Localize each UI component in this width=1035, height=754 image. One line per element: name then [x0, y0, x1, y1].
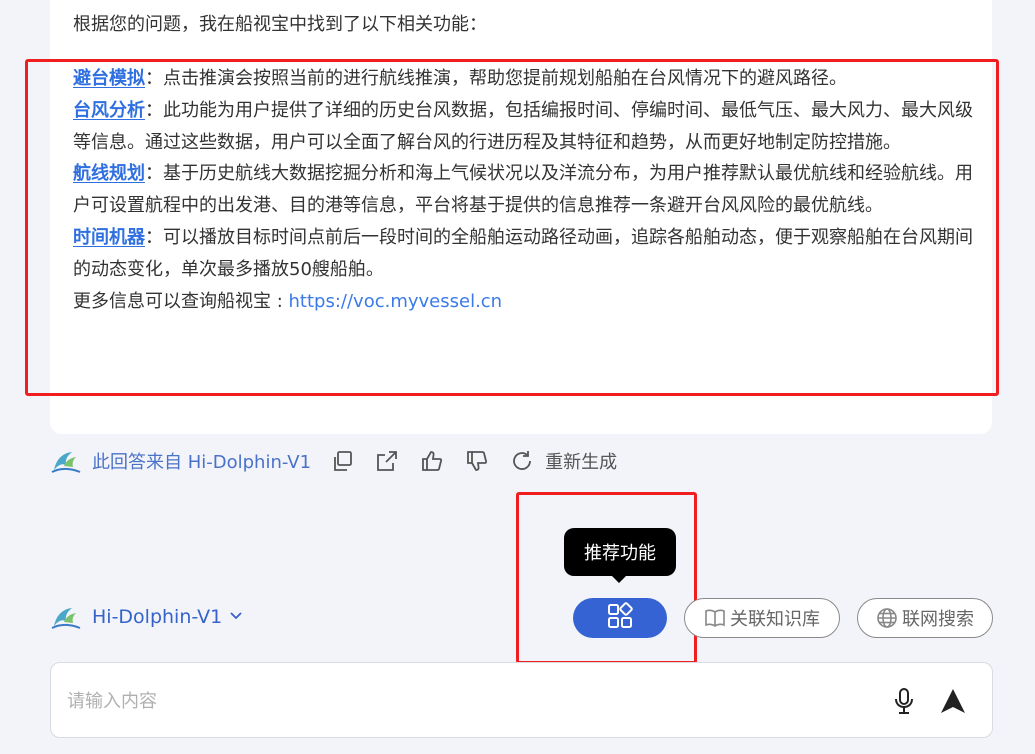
recommend-features-button[interactable]	[573, 598, 667, 638]
globe-icon	[876, 607, 898, 629]
grid-apps-icon	[606, 602, 634, 634]
more-info-label: 更多信息可以查询船视宝 :	[73, 290, 289, 312]
answer-source: 此回答来自 Hi-Dolphin-V1	[92, 452, 312, 473]
send-icon[interactable]	[939, 688, 967, 714]
thumbs-up-icon[interactable]	[419, 448, 445, 474]
dolphin-logo-icon	[50, 604, 82, 630]
copy-icon[interactable]	[329, 448, 355, 474]
regenerate-label: 重新生成	[545, 452, 618, 473]
answer-footer: 此回答来自 Hi-Dolphin-V1 重新生成	[50, 446, 617, 476]
knowledge-base-label: 关联知识库	[730, 609, 820, 630]
recommend-highlight-box	[516, 492, 697, 664]
feature-item: 避台模拟：点击推演会按照当前的进行航线推演，帮助您提前规划船舶在台风情况下的避风…	[73, 63, 973, 95]
web-search-button[interactable]: 联网搜索	[857, 598, 993, 638]
feature-desc: ：可以播放目标时间点前后一段时间的全船舶运动路径动画，追踪各船舶动态，便于观察船…	[73, 226, 973, 280]
answer-body: 避台模拟：点击推演会按照当前的进行航线推演，帮助您提前规划船舶在台风情况下的避风…	[73, 63, 973, 317]
share-icon[interactable]	[374, 448, 400, 474]
feature-link-route-planning[interactable]: 航线规划	[73, 163, 145, 184]
more-info-link[interactable]: https://voc.myvessel.cn	[289, 291, 503, 312]
feature-link-typhoon-avoidance[interactable]: 避台模拟	[73, 68, 145, 89]
model-name: Hi-Dolphin-V1	[92, 606, 223, 628]
dolphin-logo-icon	[50, 448, 82, 474]
refresh-icon	[509, 448, 535, 474]
tooltip-arrow	[610, 574, 628, 583]
more-info: 更多信息可以查询船视宝 : https://voc.myvessel.cn	[73, 286, 973, 318]
chevron-down-icon	[228, 607, 244, 627]
feature-link-time-machine[interactable]: 时间机器	[73, 227, 145, 248]
chat-input[interactable]	[67, 685, 847, 717]
thumbs-down-icon[interactable]	[464, 448, 490, 474]
microphone-icon[interactable]	[891, 687, 917, 715]
model-selector[interactable]: Hi-Dolphin-V1	[50, 601, 244, 633]
feature-item: 台风分析：此功能为用户提供了详细的历史台风数据，包括编报时间、停编时间、最低气压…	[73, 95, 973, 159]
regenerate-button[interactable]: 重新生成	[509, 448, 617, 474]
answer-intro: 根据您的问题，我在船视宝中找到了以下相关功能：	[73, 14, 487, 35]
feature-desc: ：基于历史航线大数据挖掘分析和海上气候状况以及洋流分布，为用户推荐默认最优航线和…	[73, 163, 973, 217]
feature-desc: ：此功能为用户提供了详细的历史台风数据，包括编报时间、停编时间、最低气压、最大风…	[73, 99, 973, 153]
feature-item: 航线规划：基于历史航线大数据挖掘分析和海上气候状况以及洋流分布，为用户推荐默认最…	[73, 158, 973, 222]
feature-desc: ：点击推演会按照当前的进行航线推演，帮助您提前规划船舶在台风情况下的避风路径。	[145, 68, 847, 89]
web-search-label: 联网搜索	[902, 609, 974, 630]
book-icon	[704, 607, 726, 629]
chat-input-box	[50, 662, 993, 738]
recommend-tooltip: 推荐功能	[564, 528, 676, 576]
feature-link-typhoon-analysis[interactable]: 台风分析	[73, 100, 145, 121]
feature-item: 时间机器：可以播放目标时间点前后一段时间的全船舶运动路径动画，追踪各船舶动态，便…	[73, 222, 973, 286]
knowledge-base-button[interactable]: 关联知识库	[684, 598, 840, 638]
